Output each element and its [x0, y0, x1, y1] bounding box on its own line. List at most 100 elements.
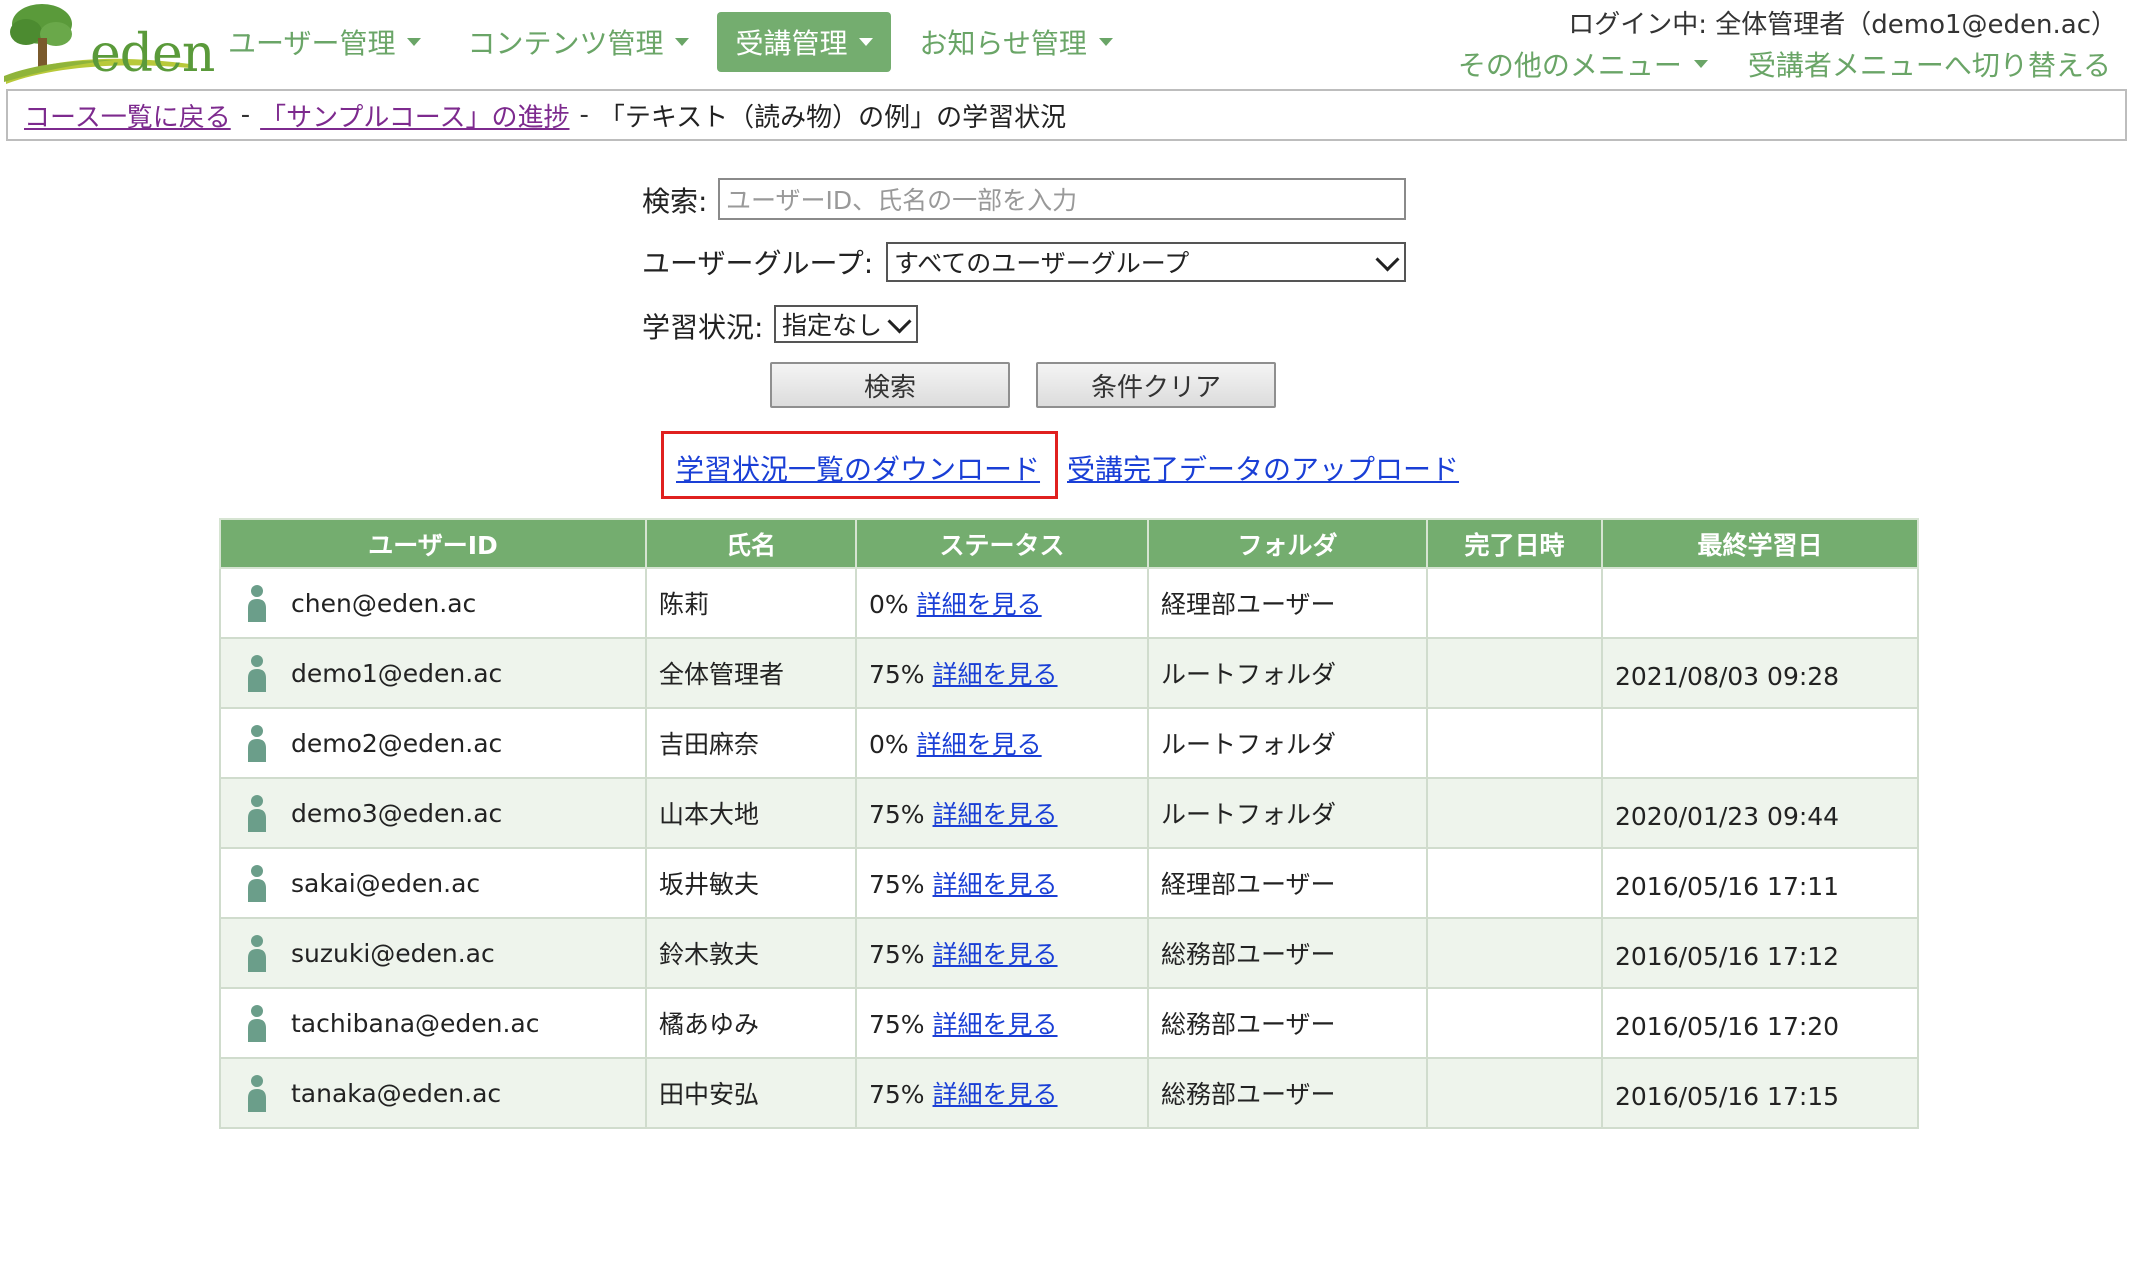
header-user-id[interactable]: ユーザーID	[219, 518, 647, 569]
header-folder[interactable]: フォルダ	[1147, 518, 1428, 569]
progress: 75%	[869, 940, 925, 969]
nav-content-management[interactable]: コンテンツ管理	[449, 12, 707, 72]
study-status-select[interactable]: 指定なし	[774, 305, 918, 343]
nav-notice-management[interactable]: お知らせ管理	[901, 12, 1130, 72]
user-id: suzuki@eden.ac	[291, 938, 495, 968]
user-icon	[248, 935, 266, 972]
completed-at	[1426, 1057, 1603, 1129]
folder: 総務部ユーザー	[1147, 917, 1428, 989]
progress: 0%	[869, 590, 909, 619]
view-details-link[interactable]: 詳細を見る	[917, 730, 1042, 759]
user-name: 吉田麻奈	[645, 707, 857, 779]
search-input[interactable]: ユーザーID、氏名の一部を入力	[718, 178, 1406, 220]
table-row: demo1@eden.ac 全体管理者 75% 詳細を見る ルートフォルダ 20…	[219, 637, 1919, 709]
table-row: tanaka@eden.ac 田中安弘 75% 詳細を見る 総務部ユーザー 20…	[219, 1057, 1919, 1129]
view-details-link[interactable]: 詳細を見る	[933, 940, 1058, 969]
progress: 75%	[869, 1080, 925, 1109]
sub-nav: その他のメニュー 受講者メニューへ切り替える	[1418, 44, 2111, 84]
breadcrumb-separator: -	[240, 100, 251, 130]
user-icon	[248, 655, 266, 692]
course-progress-link[interactable]: 「サンプルコース」の進捗	[260, 97, 569, 134]
progress: 75%	[869, 660, 925, 689]
search-label: 検索:	[642, 185, 708, 218]
nav-label: ユーザー管理	[228, 27, 396, 60]
user-id: sakai@eden.ac	[291, 868, 481, 898]
view-details-link[interactable]: 詳細を見る	[933, 1010, 1058, 1039]
view-details-link[interactable]: 詳細を見る	[933, 1080, 1058, 1109]
caret-down-icon	[1098, 38, 1113, 46]
study-status-value: 指定なし	[782, 311, 883, 340]
progress: 0%	[869, 730, 909, 759]
chevron-down-icon	[1375, 247, 1400, 272]
breadcrumb: コース一覧に戻る - 「サンプルコース」の進捗 - 「テキスト（読み物）の例」の…	[6, 89, 2127, 141]
last-study-date: 2020/01/23 09:44	[1601, 777, 1919, 849]
header-completed-at[interactable]: 完了日時	[1426, 518, 1603, 569]
last-study-date: 2021/08/03 09:28	[1601, 637, 1919, 709]
view-details-link[interactable]: 詳細を見る	[933, 800, 1058, 829]
search-placeholder: ユーザーID、氏名の一部を入力	[726, 186, 1078, 215]
last-study-date: 2016/05/16 17:15	[1601, 1057, 1919, 1129]
progress: 75%	[869, 870, 925, 899]
completed-at	[1426, 777, 1603, 849]
eden-logo[interactable]: eden	[4, 2, 215, 84]
nav-label: 受講管理	[735, 27, 848, 60]
login-info: ログイン中: 全体管理者（demo1@eden.ac）	[1568, 10, 2117, 40]
table-row: tachibana@eden.ac 橘あゆみ 75% 詳細を見る 総務部ユーザー…	[219, 987, 1919, 1059]
chevron-down-icon	[887, 309, 912, 334]
user-name: 山本大地	[645, 777, 857, 849]
table-row: demo2@eden.ac 吉田麻奈 0% 詳細を見る ルートフォルダ	[219, 707, 1919, 779]
back-to-course-list-link[interactable]: コース一覧に戻る	[24, 97, 231, 134]
completed-at	[1426, 567, 1603, 639]
folder: ルートフォルダ	[1147, 707, 1428, 779]
progress: 75%	[869, 800, 925, 829]
breadcrumb-separator: -	[579, 100, 589, 130]
completed-at	[1426, 987, 1603, 1059]
last-study-date: 2016/05/16 17:12	[1601, 917, 1919, 989]
user-name: 鈴木敦夫	[645, 917, 857, 989]
switch-to-learner-menu-link[interactable]: 受講者メニューへ切り替える	[1748, 44, 2111, 84]
user-icon	[248, 1075, 266, 1112]
user-group-select[interactable]: すべてのユーザーグループ	[886, 242, 1406, 282]
other-menu-dropdown[interactable]: その他のメニュー	[1458, 44, 1708, 84]
table-row: demo3@eden.ac 山本大地 75% 詳細を見る ルートフォルダ 202…	[219, 777, 1919, 849]
nav-user-management[interactable]: ユーザー管理	[210, 12, 439, 72]
user-group-value: すべてのユーザーグループ	[894, 249, 1190, 278]
header-name[interactable]: 氏名	[645, 518, 857, 569]
table-row: suzuki@eden.ac 鈴木敦夫 75% 詳細を見る 総務部ユーザー 20…	[219, 917, 1919, 989]
last-study-date: 2016/05/16 17:20	[1601, 987, 1919, 1059]
download-study-status-link[interactable]: 学習状況一覧のダウンロード	[676, 448, 1040, 488]
study-status-table: ユーザーID 氏名 ステータス フォルダ 完了日時 最終学習日 chen@ede…	[219, 518, 1919, 1129]
user-icon	[248, 725, 266, 762]
folder: ルートフォルダ	[1147, 777, 1428, 849]
user-name: 橘あゆみ	[645, 987, 857, 1059]
user-name: 坂井敏夫	[645, 847, 857, 919]
last-study-date	[1601, 707, 1919, 779]
header-last-study-date[interactable]: 最終学習日	[1601, 518, 1919, 569]
view-details-link[interactable]: 詳細を見る	[917, 590, 1042, 619]
user-group-label: ユーザーグループ:	[642, 247, 874, 280]
breadcrumb-current: 「テキスト（読み物）の例」の学習状況	[598, 102, 1067, 133]
user-icon	[248, 585, 266, 622]
header-status[interactable]: ステータス	[855, 518, 1149, 569]
upload-completion-data-link[interactable]: 受講完了データのアップロード	[1067, 448, 1459, 488]
clear-conditions-button[interactable]: 条件クリア	[1036, 362, 1276, 408]
nav-label: お知らせ管理	[919, 27, 1087, 60]
folder: ルートフォルダ	[1147, 637, 1428, 709]
caret-down-icon	[1693, 60, 1708, 68]
view-details-link[interactable]: 詳細を見る	[933, 870, 1058, 899]
logo-text: eden	[90, 24, 215, 84]
last-study-date: 2016/05/16 17:11	[1601, 847, 1919, 919]
user-name: 陈莉	[645, 567, 857, 639]
completed-at	[1426, 847, 1603, 919]
folder: 経理部ユーザー	[1147, 567, 1428, 639]
progress: 75%	[869, 1010, 925, 1039]
completed-at	[1426, 917, 1603, 989]
search-button[interactable]: 検索	[770, 362, 1010, 408]
user-id: demo1@eden.ac	[291, 658, 503, 688]
switch-menu-label: 受講者メニューへ切り替える	[1747, 49, 2111, 82]
other-menu-label: その他のメニュー	[1457, 49, 1682, 82]
view-details-link[interactable]: 詳細を見る	[933, 660, 1058, 689]
study-status-label: 学習状況:	[642, 311, 764, 344]
folder: 総務部ユーザー	[1147, 1057, 1428, 1129]
nav-course-management[interactable]: 受講管理	[717, 12, 892, 72]
